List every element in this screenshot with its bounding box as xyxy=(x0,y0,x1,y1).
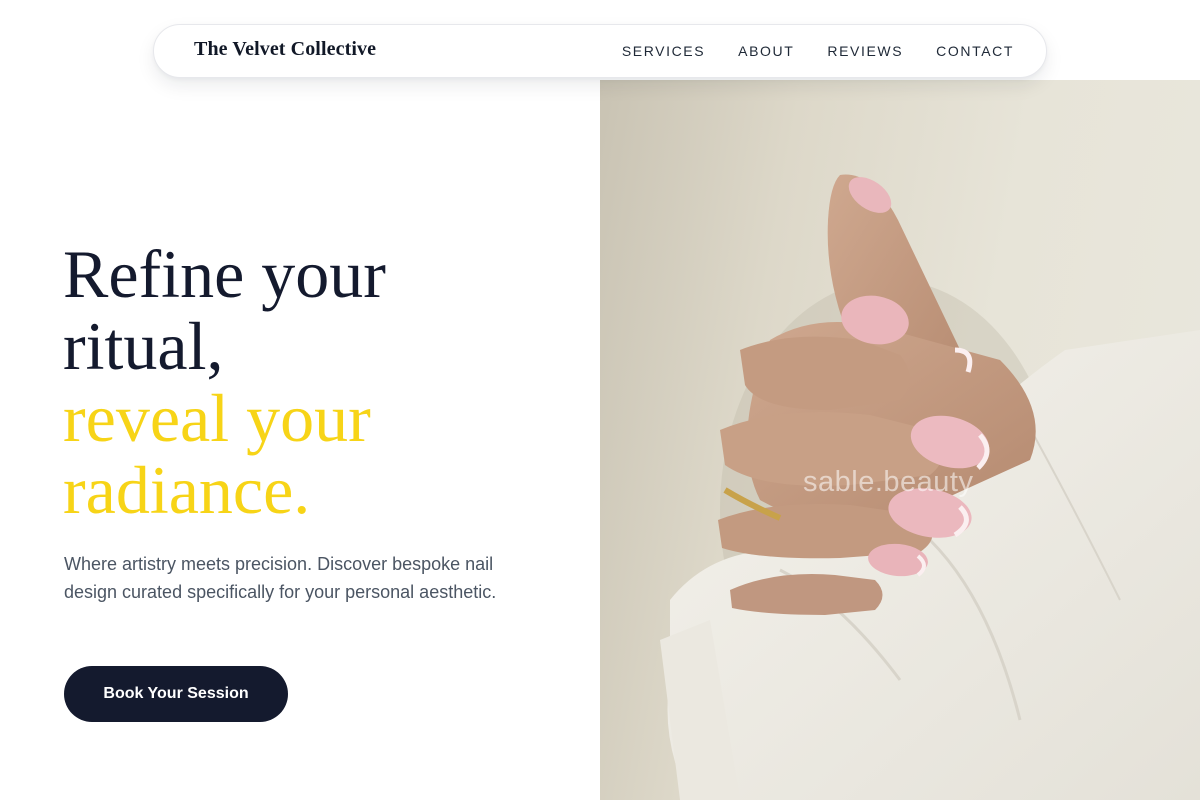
book-session-button[interactable]: Book Your Session xyxy=(64,666,288,722)
hero-heading: Refine your ritual, reveal your radiance… xyxy=(63,238,583,526)
hero-heading-accent-line-1: reveal your xyxy=(63,380,371,456)
photo-watermark: sable.beauty xyxy=(803,466,974,498)
hero-heading-line-2: ritual, xyxy=(63,308,224,384)
brand-logo[interactable]: The Velvet Collective xyxy=(194,38,376,61)
hero-heading-accent-line-2: radiance. xyxy=(63,452,311,528)
nav-item-about[interactable]: ABOUT xyxy=(738,43,794,59)
hero-photo: sable.beauty xyxy=(600,80,1200,800)
hero-subtext: Where artistry meets precision. Discover… xyxy=(64,554,497,602)
page: The Velvet Collective SERVICES ABOUT REV… xyxy=(0,0,1200,800)
nav-item-services[interactable]: SERVICES xyxy=(622,43,705,59)
top-navbar: The Velvet Collective SERVICES ABOUT REV… xyxy=(153,24,1047,78)
nav-item-contact[interactable]: CONTACT xyxy=(936,43,1014,59)
nav-links: SERVICES ABOUT REVIEWS CONTACT xyxy=(622,25,1014,77)
nav-item-reviews[interactable]: REVIEWS xyxy=(827,43,903,59)
hand-manicure-illustration xyxy=(660,174,1200,800)
hero-heading-line-1: Refine your xyxy=(63,236,386,312)
